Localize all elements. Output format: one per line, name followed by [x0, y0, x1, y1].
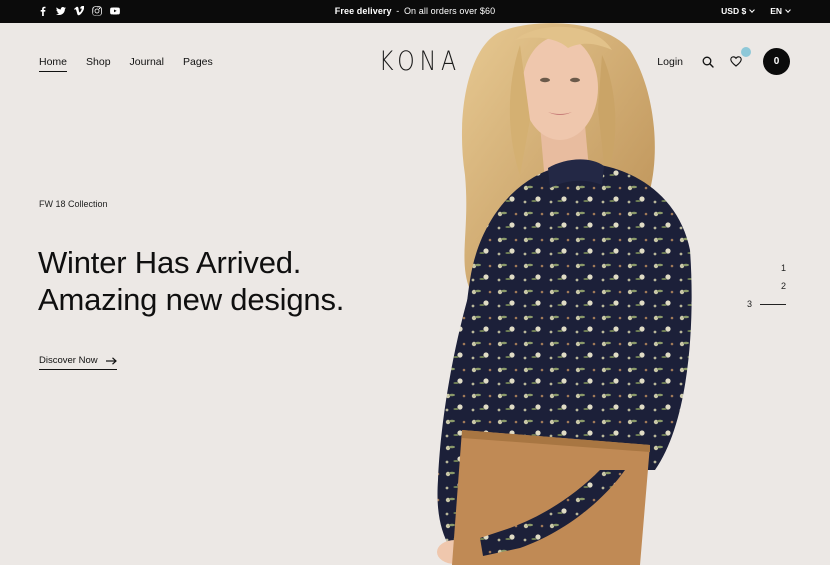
hero-headline: Winter Has Arrived. Amazing new designs.: [38, 244, 344, 318]
nav-home[interactable]: Home: [39, 56, 68, 72]
locale-selectors: USD $ EN: [721, 6, 791, 16]
heart-icon: [730, 56, 742, 67]
search-icon: [702, 56, 714, 68]
header-actions: Login 0: [657, 46, 790, 75]
currency-label: USD $: [721, 6, 747, 16]
slide-number: 1: [780, 263, 786, 273]
headline-line-1: Winter Has Arrived.: [38, 245, 302, 280]
slide-pagination: 1 2 3: [747, 259, 786, 313]
chevron-down-icon: [785, 7, 791, 13]
slide-number: 2: [780, 281, 786, 291]
arrow-right-icon: [105, 356, 117, 365]
main-nav: Home Shop Journal Pages: [39, 56, 213, 72]
login-link[interactable]: Login: [657, 56, 683, 68]
cart-button[interactable]: 0: [763, 48, 790, 75]
slide-dot-2[interactable]: 2: [747, 277, 786, 295]
slide-dot-1[interactable]: 1: [747, 259, 786, 277]
collection-label: FW 18 Collection: [39, 199, 108, 209]
promo-separator: -: [393, 6, 402, 16]
headline-line-2: Amazing new designs.: [38, 282, 345, 317]
nav-journal[interactable]: Journal: [130, 56, 164, 72]
promo-bold: Free delivery: [334, 6, 392, 16]
site-logo[interactable]: KONA: [379, 46, 456, 78]
announcement-bar: Free delivery - On all orders over $60 U…: [0, 0, 830, 23]
wishlist-button[interactable]: [727, 46, 751, 71]
promo-text: On all orders over $60: [403, 6, 496, 16]
active-slide-indicator: [760, 303, 786, 305]
chevron-down-icon: [749, 7, 756, 13]
hero-model-image: [437, 23, 692, 565]
language-label: EN: [770, 6, 782, 16]
hero-page: Free delivery - On all orders over $60 U…: [0, 0, 830, 565]
nav-pages[interactable]: Pages: [183, 56, 213, 72]
nav-shop[interactable]: Shop: [86, 56, 111, 72]
slide-number: 3: [746, 299, 752, 309]
cta-label: Discover Now: [39, 355, 98, 366]
free-delivery-banner: Free delivery - On all orders over $60: [0, 6, 830, 16]
wishlist-badge: [741, 46, 751, 57]
language-selector[interactable]: EN: [770, 6, 791, 16]
search-button[interactable]: [699, 53, 717, 71]
currency-selector[interactable]: USD $: [721, 6, 756, 16]
discover-now-button[interactable]: Discover Now: [39, 355, 117, 370]
slide-dot-3[interactable]: 3: [747, 295, 786, 313]
